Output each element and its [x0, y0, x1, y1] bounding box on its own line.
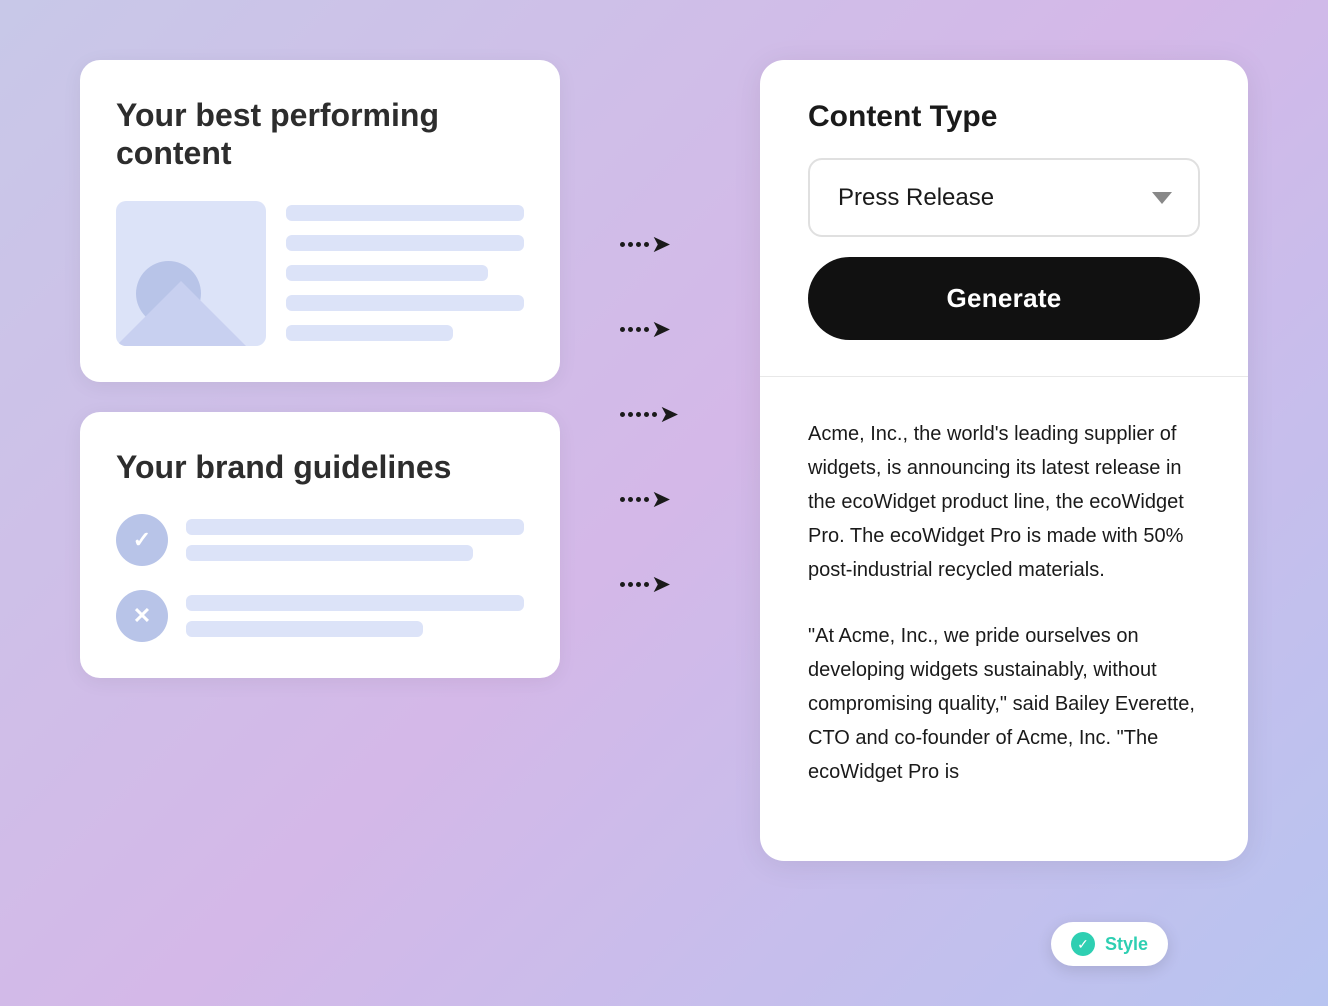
- content-illustration: [116, 201, 524, 346]
- image-placeholder: [116, 201, 266, 346]
- text-line: [286, 265, 488, 281]
- dot: [636, 327, 641, 332]
- text-line: [286, 205, 524, 221]
- arrow-dots: [620, 242, 649, 247]
- left-panel: Your best performing content Your brand …: [80, 60, 560, 678]
- content-body: Acme, Inc., the world's leading supplier…: [760, 377, 1248, 861]
- check-badge-icon: ✓: [1071, 932, 1095, 956]
- arrow-4: ➤: [620, 485, 700, 514]
- right-panel: Content Type Press Release Blog Post Soc…: [760, 60, 1248, 861]
- arrow-head: ➤: [651, 315, 671, 344]
- dot: [636, 412, 641, 417]
- brand-list: [116, 514, 524, 642]
- card2-title: Your brand guidelines: [116, 448, 524, 486]
- card-brand-guidelines: Your brand guidelines: [80, 412, 560, 678]
- body-paragraph-2: "At Acme, Inc., we pride ourselves on de…: [808, 619, 1200, 789]
- card-best-content: Your best performing content: [80, 60, 560, 382]
- dot: [652, 412, 657, 417]
- text-line: [186, 595, 524, 611]
- check-icon: [116, 514, 168, 566]
- body-paragraph-1: Acme, Inc., the world's leading supplier…: [808, 417, 1200, 587]
- arrow-head: ➤: [651, 230, 671, 259]
- select-wrapper: Press Release Blog Post Social Media Pos…: [808, 158, 1200, 237]
- style-label: Style: [1105, 934, 1148, 955]
- dot: [628, 497, 633, 502]
- arrow-dots: [620, 497, 649, 502]
- arrow-dots: [620, 412, 657, 417]
- text-line: [286, 325, 453, 341]
- dot: [628, 242, 633, 247]
- text-line: [186, 519, 524, 535]
- dot: [620, 582, 625, 587]
- dot: [620, 412, 625, 417]
- arrow-dots: [620, 582, 649, 587]
- dot: [636, 582, 641, 587]
- arrow-1: ➤: [620, 230, 700, 259]
- brand-lines: [186, 519, 524, 561]
- dot: [644, 242, 649, 247]
- card1-title: Your best performing content: [116, 96, 524, 173]
- dot: [628, 327, 633, 332]
- dot: [620, 242, 625, 247]
- dot: [644, 582, 649, 587]
- content-type-select[interactable]: Press Release Blog Post Social Media Pos…: [808, 158, 1200, 237]
- arrow-2: ➤: [620, 315, 700, 344]
- arrows-panel: ➤ ➤ ➤: [620, 60, 700, 655]
- cross-icon: [116, 590, 168, 642]
- dot: [636, 242, 641, 247]
- arrow-3: ➤: [620, 400, 700, 429]
- arrow-head: ➤: [659, 400, 679, 429]
- text-line: [186, 621, 423, 637]
- text-line: [286, 295, 524, 311]
- generate-button[interactable]: Generate: [808, 257, 1200, 340]
- dot: [636, 497, 641, 502]
- main-layout: Your best performing content Your brand …: [0, 0, 1328, 1006]
- arrow-dots: [620, 327, 649, 332]
- brand-item-cross: [116, 590, 524, 642]
- arrow-head: ➤: [651, 485, 671, 514]
- dot: [628, 412, 633, 417]
- section-title: Content Type: [808, 100, 1200, 134]
- brand-lines: [186, 595, 524, 637]
- brand-item-check: [116, 514, 524, 566]
- dot: [644, 497, 649, 502]
- dot: [644, 327, 649, 332]
- text-line: [186, 545, 473, 561]
- arrow-5: ➤: [620, 570, 700, 599]
- dot: [620, 327, 625, 332]
- dot: [644, 412, 649, 417]
- dot: [620, 497, 625, 502]
- style-badge: ✓ Style: [1051, 922, 1168, 966]
- arrow-head: ➤: [651, 570, 671, 599]
- text-line: [286, 235, 524, 251]
- dot: [628, 582, 633, 587]
- text-lines-group: [286, 205, 524, 341]
- content-type-section: Content Type Press Release Blog Post Soc…: [760, 60, 1248, 377]
